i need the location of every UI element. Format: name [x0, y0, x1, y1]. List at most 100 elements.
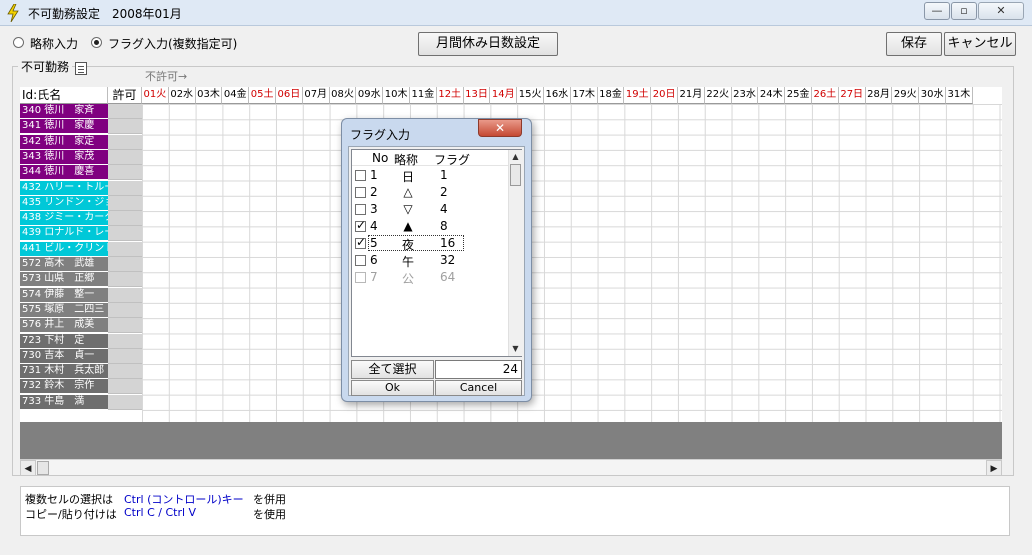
header-day: 28月 [865, 87, 893, 104]
save-button[interactable]: 保存 [886, 32, 942, 56]
list-item[interactable]: 3 ▽ 4 [352, 201, 508, 218]
scroll-down-icon[interactable]: ▼ [509, 342, 522, 355]
permit-cell[interactable] [108, 394, 142, 410]
permit-cell[interactable] [108, 318, 142, 334]
permit-cell[interactable] [108, 226, 142, 242]
flag-flag: 2 [440, 185, 448, 199]
header-day: 02水 [168, 87, 196, 104]
document-icon[interactable] [75, 62, 87, 75]
flag-abbr: 公 [401, 272, 414, 286]
permit-cell[interactable] [108, 287, 142, 303]
permit-cell[interactable] [108, 333, 142, 349]
dialog-close-button[interactable]: ✕ [478, 119, 522, 137]
employee-name-cell[interactable]: 572 高木 武雄 [20, 257, 108, 272]
employee-name-cell[interactable]: 441 ビル・クリント [20, 241, 108, 257]
header-day: 19土 [624, 87, 652, 104]
scroll-left-icon[interactable]: ◀ [20, 460, 36, 476]
permit-cell[interactable] [108, 364, 142, 380]
flag-abbr: △ [403, 185, 413, 199]
permit-cell[interactable] [108, 104, 142, 119]
permit-cell[interactable] [108, 272, 142, 288]
flag-checkbox[interactable] [355, 170, 366, 181]
permit-cell[interactable] [108, 241, 142, 257]
employee-name-cell[interactable]: 732 鈴木 宗作 [20, 379, 108, 395]
list-item[interactable]: 5夜16 [352, 235, 508, 252]
flag-checkbox[interactable] [355, 187, 366, 198]
info-line2-suffix: を使用 [253, 508, 286, 521]
abbr-input-label[interactable]: 略称入力 [30, 35, 78, 52]
permit-cell[interactable] [108, 119, 142, 135]
permit-cell[interactable] [108, 149, 142, 165]
employee-name-cell[interactable]: 340 徳川 家斉 [20, 104, 108, 119]
vertical-scroll-thumb[interactable] [510, 164, 521, 186]
employee-name-cell[interactable]: 341 徳川 家慶 [20, 119, 108, 135]
vertical-scrollbar[interactable]: ▲ ▼ [508, 150, 522, 356]
header-day: 24木 [758, 87, 786, 104]
scroll-up-icon[interactable]: ▲ [509, 150, 522, 163]
maximize-button[interactable]: ▫ [951, 2, 977, 20]
ok-button[interactable]: Ok [351, 380, 434, 396]
employee-name-cell[interactable]: 733 牛島 満 [20, 394, 108, 410]
list-item[interactable]: 6 午 32 [352, 252, 508, 269]
flag-flag: 1 [440, 168, 448, 182]
employee-name-cell[interactable]: 439 ロナルド・レー [20, 226, 108, 242]
employee-name-cell[interactable]: 344 徳川 慶喜 [20, 165, 108, 181]
employee-name-cell[interactable]: 435 リンドン・ジョ [20, 195, 108, 211]
employee-name-cell[interactable]: 576 井上 成美 [20, 318, 108, 334]
flag-abbr: 午 [401, 255, 414, 269]
list-item[interactable]: 2 △ 2 [352, 184, 508, 201]
list-item[interactable]: 4 ▲ 8 [352, 218, 508, 235]
select-all-button[interactable]: 全て選択 [351, 360, 434, 379]
flag-list[interactable]: No 略称 フラグ 1 日 1 2 △ 2 3 ▽ 4 4 ▲ 8 5夜166 午 32 7 公 64 ▲ ▼ [351, 149, 522, 357]
permit-cell[interactable] [108, 195, 142, 211]
horizontal-scrollbar[interactable]: ◀ ▶ [20, 459, 1002, 476]
employee-name-cell[interactable]: 573 山県 正郷 [20, 272, 108, 288]
dialog-cancel-button[interactable]: Cancel [435, 380, 522, 396]
employee-name-cell[interactable]: 574 伊藤 整一 [20, 287, 108, 303]
flag-no: 2 [370, 185, 378, 199]
flag-no: 1 [370, 168, 378, 182]
flag-total-field[interactable]: 24 [435, 360, 522, 379]
employee-name-cell[interactable]: 731 木村 兵太郎 [20, 364, 108, 380]
flag-abbr: ▲ [403, 219, 413, 233]
table-row[interactable]: 340 徳川 家斉 [20, 104, 1002, 119]
dialog-body: No 略称 フラグ 1 日 1 2 △ 2 3 ▽ 4 4 ▲ 8 5夜166 午 32 7 公 64 ▲ ▼ 全… [348, 146, 525, 396]
flag-checkbox[interactable] [355, 255, 366, 266]
monthly-holiday-button[interactable]: 月間休み日数設定 [418, 32, 558, 56]
scroll-right-icon[interactable]: ▶ [986, 460, 1002, 476]
flag-checkbox[interactable] [355, 235, 366, 249]
flag-no: 7 [370, 270, 378, 284]
employee-name-cell[interactable]: 730 吉本 貞一 [20, 348, 108, 364]
close-window-button[interactable]: ✕ [978, 2, 1024, 20]
permit-cell[interactable] [108, 165, 142, 181]
flag-checkbox[interactable] [355, 218, 366, 232]
employee-name-cell[interactable]: 342 徳川 家定 [20, 134, 108, 150]
info-line2-key: Ctrl C / Ctrl V [124, 506, 197, 519]
list-item[interactable]: 1 日 1 [352, 167, 508, 184]
employee-name-cell[interactable]: 723 下村 定 [20, 333, 108, 349]
permit-cell[interactable] [108, 302, 142, 318]
permit-cell[interactable] [108, 257, 142, 272]
minimize-button[interactable]: — [924, 2, 950, 20]
cancel-button[interactable]: キャンセル [944, 32, 1016, 56]
permit-cell[interactable] [108, 211, 142, 227]
permit-cell[interactable] [108, 134, 142, 150]
flag-checkbox[interactable] [355, 204, 366, 215]
header-day: 07月 [302, 87, 330, 104]
flag-input-label[interactable]: フラグ入力(複数指定可) [108, 35, 237, 52]
close-icon: ✕ [996, 4, 1006, 17]
employee-name-cell[interactable]: 343 徳川 家茂 [20, 149, 108, 165]
header-day: 09水 [356, 87, 384, 104]
employee-name-cell[interactable]: 575 塚原 二四三 [20, 302, 108, 318]
dialog-title: フラグ入力 [350, 128, 411, 142]
permit-cell[interactable] [108, 379, 142, 395]
horizontal-scroll-thumb[interactable] [37, 461, 49, 475]
abbr-input-radio[interactable] [13, 37, 24, 48]
permit-cell[interactable] [108, 180, 142, 196]
employee-name-cell[interactable]: 432 ハリー・トルー [20, 180, 108, 196]
col-abbr: 略称 [394, 153, 419, 167]
flag-input-radio[interactable] [91, 37, 102, 48]
grid-header: Id:氏名 許可 01火 02水 03木 04金 05土 06日 07月 08火 09水 10木 1… [20, 87, 1002, 104]
permit-cell[interactable] [108, 348, 142, 364]
employee-name-cell[interactable]: 438 ジミー・カータ [20, 211, 108, 227]
